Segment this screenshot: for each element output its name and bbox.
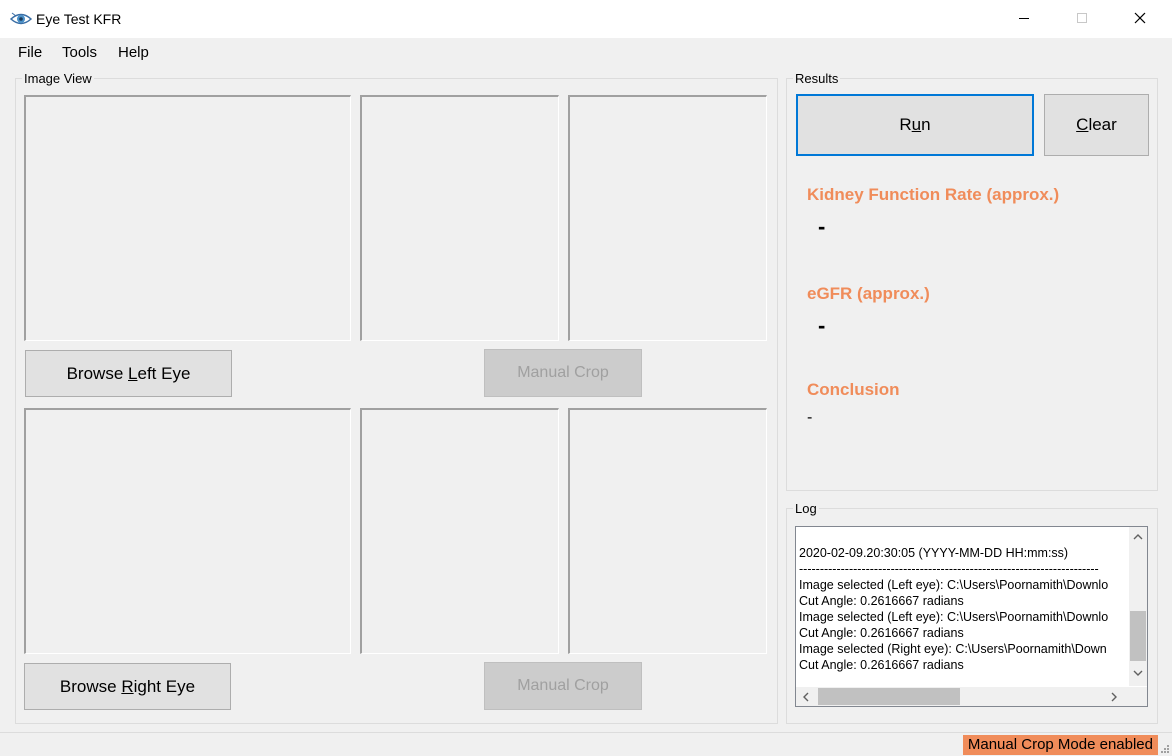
image-view-label: Image View (22, 71, 94, 86)
egfr-value: - (818, 313, 826, 338)
minimize-button[interactable] (996, 0, 1054, 38)
resize-grip-icon[interactable] (1160, 744, 1170, 754)
left-eye-cropped-image (360, 95, 559, 341)
left-eye-original-image (24, 95, 351, 341)
right-eye-processed-image (568, 408, 767, 654)
close-icon (1134, 12, 1146, 24)
kidney-function-rate-value: - (818, 214, 826, 239)
eye-icon (10, 12, 32, 25)
window-title: Eye Test KFR (36, 11, 122, 27)
scrollbar-corner (1129, 687, 1147, 706)
log-line: Cut Angle: 0.2616667 radians (799, 594, 964, 608)
log-line: Image selected (Right eye): C:\Users\Poo… (799, 642, 1107, 656)
title-bar: Eye Test KFR (0, 0, 1172, 38)
results-label: Results (793, 71, 841, 86)
run-label: Run (899, 115, 931, 134)
browse-left-eye-button[interactable]: Browse Left Eye (25, 350, 232, 397)
log-horizontal-scroll-thumb[interactable] (818, 688, 960, 705)
menu-bar: File Tools Help (0, 38, 1172, 66)
menu-help[interactable]: Help (118, 44, 149, 61)
browse-left-eye-label: Browse Left Eye (66, 363, 191, 383)
log-line: Cut Angle: 0.2616667 radians (799, 658, 964, 672)
log-horizontal-scrollbar[interactable] (796, 687, 1130, 706)
log-line: Image selected (Left eye): C:\Users\Poor… (799, 610, 1109, 624)
left-manual-crop-button[interactable]: Manual Crop (484, 349, 642, 397)
log-line: 2020-02-09.20:30:05 (YYYY-MM-DD HH:mm:ss… (799, 546, 1069, 560)
log-textbox[interactable]: 2020-02-09.20:30:05 (YYYY-MM-DD HH:mm:ss… (795, 526, 1148, 707)
left-manual-crop-label: Manual Crop (517, 364, 609, 381)
right-eye-cropped-image (360, 408, 559, 654)
log-line: ----------------------------------------… (799, 562, 1099, 576)
menu-file[interactable]: File (18, 44, 42, 61)
status-bar: Manual Crop Mode enabled (0, 732, 1172, 756)
status-label: Manual Crop Mode enabled (962, 735, 1158, 755)
scroll-left-icon[interactable] (802, 692, 810, 702)
browse-right-eye-label: Browse Right Eye (59, 676, 196, 696)
log-line: Cut Angle: 0.2616667 radians (799, 626, 964, 640)
egfr-label: eGFR (approx.) (807, 284, 930, 303)
log-label: Log (793, 501, 819, 516)
conclusion-value: - (807, 409, 813, 426)
clear-button[interactable]: Clear (1044, 94, 1149, 156)
kidney-function-rate-label: Kidney Function Rate (approx.) (807, 185, 1060, 204)
menu-tools[interactable]: Tools (62, 44, 97, 61)
log-vertical-scroll-thumb[interactable] (1130, 611, 1146, 661)
right-manual-crop-button[interactable]: Manual Crop (484, 662, 642, 710)
run-button[interactable]: Run (796, 94, 1034, 156)
log-lines: 2020-02-09.20:30:05 (YYYY-MM-DD HH:mm:ss… (799, 545, 1129, 673)
maximize-icon (1077, 13, 1087, 23)
left-eye-processed-image (568, 95, 767, 341)
maximize-button[interactable] (1054, 0, 1112, 38)
log-vertical-scrollbar[interactable] (1129, 527, 1147, 686)
browse-right-eye-button[interactable]: Browse Right Eye (24, 663, 231, 710)
scroll-down-icon[interactable] (1133, 669, 1143, 677)
right-eye-original-image (24, 408, 351, 654)
log-line: Image selected (Left eye): C:\Users\Poor… (799, 578, 1109, 592)
scroll-up-icon[interactable] (1133, 533, 1143, 541)
scroll-right-icon[interactable] (1110, 692, 1118, 702)
clear-label: Clear (1076, 115, 1117, 134)
minimize-icon (1019, 18, 1029, 19)
right-manual-crop-label: Manual Crop (517, 677, 609, 694)
conclusion-label: Conclusion (807, 380, 900, 399)
close-button[interactable] (1112, 0, 1170, 38)
